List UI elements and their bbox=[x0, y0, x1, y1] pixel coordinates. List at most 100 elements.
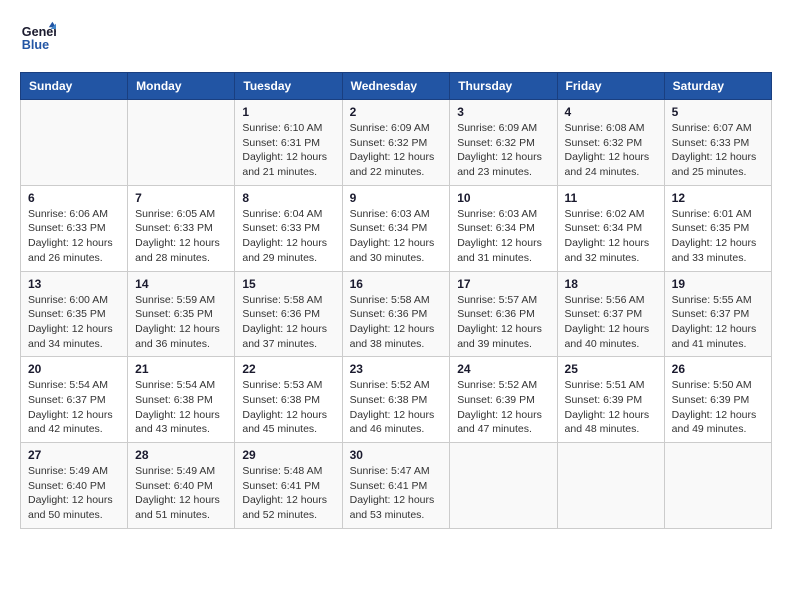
calendar-cell bbox=[557, 443, 664, 529]
calendar-cell: 25 Sunrise: 5:51 AMSunset: 6:39 PMDayligh… bbox=[557, 357, 664, 443]
day-info: Sunrise: 5:49 AMSunset: 6:40 PMDaylight:… bbox=[135, 464, 227, 523]
day-number: 26 bbox=[672, 362, 764, 376]
day-info: Sunrise: 5:56 AMSunset: 6:37 PMDaylight:… bbox=[565, 293, 657, 352]
day-info: Sunrise: 6:09 AMSunset: 6:32 PMDaylight:… bbox=[350, 121, 443, 180]
day-info: Sunrise: 5:58 AMSunset: 6:36 PMDaylight:… bbox=[350, 293, 443, 352]
day-info: Sunrise: 6:05 AMSunset: 6:33 PMDaylight:… bbox=[135, 207, 227, 266]
calendar-cell: 6 Sunrise: 6:06 AMSunset: 6:33 PMDaylight… bbox=[21, 185, 128, 271]
day-number: 28 bbox=[135, 448, 227, 462]
calendar-week-row: 27Sunrise: 5:49 AMSunset: 6:40 PMDayligh… bbox=[21, 443, 772, 529]
day-info: Sunrise: 6:04 AMSunset: 6:33 PMDaylight:… bbox=[242, 207, 334, 266]
day-info: Sunrise: 6:07 AMSunset: 6:33 PMDaylight:… bbox=[672, 121, 764, 180]
day-number: 17 bbox=[457, 277, 549, 291]
day-number: 15 bbox=[242, 277, 334, 291]
day-info: Sunrise: 5:52 AMSunset: 6:39 PMDaylight:… bbox=[457, 378, 549, 437]
calendar-cell: 8 Sunrise: 6:04 AMSunset: 6:33 PMDaylight… bbox=[235, 185, 342, 271]
day-number: 23 bbox=[350, 362, 443, 376]
day-number: 19 bbox=[672, 277, 764, 291]
day-number: 16 bbox=[350, 277, 443, 291]
day-info: Sunrise: 6:06 AMSunset: 6:33 PMDaylight:… bbox=[28, 207, 120, 266]
logo: General Blue bbox=[20, 20, 60, 56]
day-info: Sunrise: 5:59 AMSunset: 6:35 PMDaylight:… bbox=[135, 293, 227, 352]
logo-icon: General Blue bbox=[20, 20, 56, 56]
calendar-cell: 11 Sunrise: 6:02 AMSunset: 6:34 PMDayligh… bbox=[557, 185, 664, 271]
day-info: Sunrise: 6:08 AMSunset: 6:32 PMDaylight:… bbox=[565, 121, 657, 180]
day-info: Sunrise: 5:55 AMSunset: 6:37 PMDaylight:… bbox=[672, 293, 764, 352]
day-info: Sunrise: 5:49 AMSunset: 6:40 PMDaylight:… bbox=[28, 464, 120, 523]
calendar-cell: 9Sunrise: 6:03 AMSunset: 6:34 PMDaylight… bbox=[342, 185, 450, 271]
calendar-cell: 13Sunrise: 6:00 AMSunset: 6:35 PMDayligh… bbox=[21, 271, 128, 357]
column-header-thursday: Thursday bbox=[450, 73, 557, 100]
calendar-cell: 7 Sunrise: 6:05 AMSunset: 6:33 PMDaylight… bbox=[128, 185, 235, 271]
day-info: Sunrise: 5:58 AMSunset: 6:36 PMDaylight:… bbox=[242, 293, 334, 352]
calendar-cell bbox=[21, 100, 128, 186]
calendar-header-row: SundayMondayTuesdayWednesdayThursdayFrid… bbox=[21, 73, 772, 100]
calendar-cell: 17 Sunrise: 5:57 AMSunset: 6:36 PMDayligh… bbox=[450, 271, 557, 357]
calendar-cell: 18 Sunrise: 5:56 AMSunset: 6:37 PMDayligh… bbox=[557, 271, 664, 357]
calendar-cell: 22Sunrise: 5:53 AMSunset: 6:38 PMDayligh… bbox=[235, 357, 342, 443]
calendar-cell: 5 Sunrise: 6:07 AMSunset: 6:33 PMDaylight… bbox=[664, 100, 771, 186]
day-info: Sunrise: 6:01 AMSunset: 6:35 PMDaylight:… bbox=[672, 207, 764, 266]
day-number: 30 bbox=[350, 448, 443, 462]
calendar-week-row: 20 Sunrise: 5:54 AMSunset: 6:37 PMDayligh… bbox=[21, 357, 772, 443]
day-info: Sunrise: 5:50 AMSunset: 6:39 PMDaylight:… bbox=[672, 378, 764, 437]
calendar-cell: 21 Sunrise: 5:54 AMSunset: 6:38 PMDayligh… bbox=[128, 357, 235, 443]
day-info: Sunrise: 6:02 AMSunset: 6:34 PMDaylight:… bbox=[565, 207, 657, 266]
column-header-saturday: Saturday bbox=[664, 73, 771, 100]
calendar-cell: 3 Sunrise: 6:09 AMSunset: 6:32 PMDaylight… bbox=[450, 100, 557, 186]
day-info: Sunrise: 5:52 AMSunset: 6:38 PMDaylight:… bbox=[350, 378, 443, 437]
day-number: 1 bbox=[242, 105, 334, 119]
day-number: 12 bbox=[672, 191, 764, 205]
calendar-cell bbox=[664, 443, 771, 529]
day-number: 6 bbox=[28, 191, 120, 205]
day-number: 7 bbox=[135, 191, 227, 205]
column-header-tuesday: Tuesday bbox=[235, 73, 342, 100]
day-number: 20 bbox=[28, 362, 120, 376]
column-header-sunday: Sunday bbox=[21, 73, 128, 100]
day-number: 4 bbox=[565, 105, 657, 119]
day-info: Sunrise: 5:57 AMSunset: 6:36 PMDaylight:… bbox=[457, 293, 549, 352]
calendar-cell: 16 Sunrise: 5:58 AMSunset: 6:36 PMDayligh… bbox=[342, 271, 450, 357]
calendar-cell: 4 Sunrise: 6:08 AMSunset: 6:32 PMDaylight… bbox=[557, 100, 664, 186]
calendar-cell: 23 Sunrise: 5:52 AMSunset: 6:38 PMDayligh… bbox=[342, 357, 450, 443]
calendar-cell: 1 Sunrise: 6:10 AMSunset: 6:31 PMDaylight… bbox=[235, 100, 342, 186]
calendar-cell: 29 Sunrise: 5:48 AMSunset: 6:41 PMDayligh… bbox=[235, 443, 342, 529]
day-number: 25 bbox=[565, 362, 657, 376]
day-info: Sunrise: 6:09 AMSunset: 6:32 PMDaylight:… bbox=[457, 121, 549, 180]
day-number: 21 bbox=[135, 362, 227, 376]
day-number: 8 bbox=[242, 191, 334, 205]
day-number: 5 bbox=[672, 105, 764, 119]
day-number: 18 bbox=[565, 277, 657, 291]
day-number: 14 bbox=[135, 277, 227, 291]
day-number: 10 bbox=[457, 191, 549, 205]
calendar-cell: 12 Sunrise: 6:01 AMSunset: 6:35 PMDayligh… bbox=[664, 185, 771, 271]
day-number: 11 bbox=[565, 191, 657, 205]
page-header: General Blue bbox=[20, 20, 772, 56]
column-header-monday: Monday bbox=[128, 73, 235, 100]
calendar-cell: 10Sunrise: 6:03 AMSunset: 6:34 PMDayligh… bbox=[450, 185, 557, 271]
day-info: Sunrise: 6:00 AMSunset: 6:35 PMDaylight:… bbox=[28, 293, 120, 352]
day-number: 9 bbox=[350, 191, 443, 205]
day-number: 2 bbox=[350, 105, 443, 119]
day-number: 3 bbox=[457, 105, 549, 119]
calendar-week-row: 1 Sunrise: 6:10 AMSunset: 6:31 PMDaylight… bbox=[21, 100, 772, 186]
day-info: Sunrise: 5:54 AMSunset: 6:37 PMDaylight:… bbox=[28, 378, 120, 437]
calendar-cell: 30Sunrise: 5:47 AMSunset: 6:41 PMDayligh… bbox=[342, 443, 450, 529]
calendar-cell: 27Sunrise: 5:49 AMSunset: 6:40 PMDayligh… bbox=[21, 443, 128, 529]
day-number: 22 bbox=[242, 362, 334, 376]
calendar-table: SundayMondayTuesdayWednesdayThursdayFrid… bbox=[20, 72, 772, 529]
column-header-friday: Friday bbox=[557, 73, 664, 100]
day-info: Sunrise: 5:51 AMSunset: 6:39 PMDaylight:… bbox=[565, 378, 657, 437]
calendar-cell: 2 Sunrise: 6:09 AMSunset: 6:32 PMDaylight… bbox=[342, 100, 450, 186]
calendar-cell: 24 Sunrise: 5:52 AMSunset: 6:39 PMDayligh… bbox=[450, 357, 557, 443]
day-info: Sunrise: 5:54 AMSunset: 6:38 PMDaylight:… bbox=[135, 378, 227, 437]
day-number: 29 bbox=[242, 448, 334, 462]
calendar-cell bbox=[450, 443, 557, 529]
day-number: 24 bbox=[457, 362, 549, 376]
svg-text:Blue: Blue bbox=[22, 38, 49, 52]
calendar-cell bbox=[128, 100, 235, 186]
day-info: Sunrise: 6:10 AMSunset: 6:31 PMDaylight:… bbox=[242, 121, 334, 180]
calendar-cell: 26 Sunrise: 5:50 AMSunset: 6:39 PMDayligh… bbox=[664, 357, 771, 443]
day-info: Sunrise: 5:48 AMSunset: 6:41 PMDaylight:… bbox=[242, 464, 334, 523]
calendar-cell: 14 Sunrise: 5:59 AMSunset: 6:35 PMDayligh… bbox=[128, 271, 235, 357]
